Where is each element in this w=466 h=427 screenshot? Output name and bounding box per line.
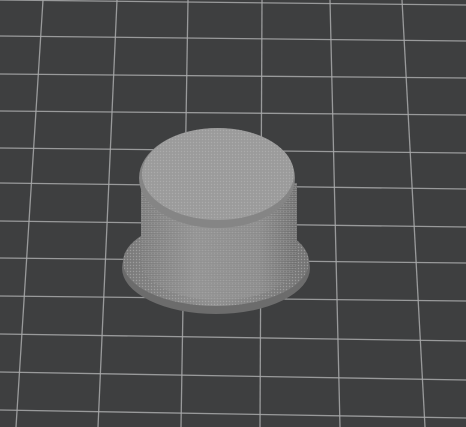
3d-model[interactable] (122, 128, 310, 314)
grid-line-vertical (15, 0, 44, 427)
grid-line-horizontal (0, 409, 466, 419)
grid-line-horizontal (0, 333, 466, 342)
grid-line-vertical (401, 0, 426, 427)
grid-line-vertical (97, 0, 118, 427)
grid-line-vertical (329, 0, 341, 427)
grid-line-horizontal (0, 0, 466, 6)
3d-viewport[interactable] (0, 0, 466, 427)
grid-line-horizontal (0, 73, 466, 79)
grid-line-horizontal (0, 35, 466, 42)
grid-line-horizontal (0, 371, 466, 381)
grid-line-horizontal (0, 110, 466, 116)
